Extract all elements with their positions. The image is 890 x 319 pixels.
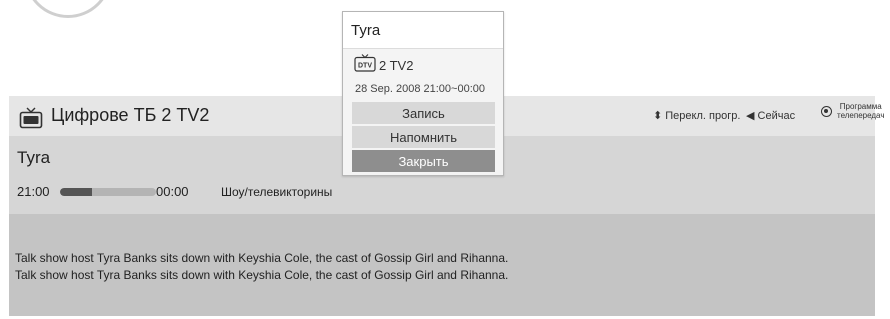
- popup-title-bar: Tyra: [343, 12, 503, 49]
- dtv-label: DTV: [358, 63, 372, 70]
- hint-switch-program: ⬍ Перекл. прогр.: [653, 110, 741, 122]
- record-button[interactable]: Запись: [352, 102, 495, 124]
- decorative-circle: [24, 0, 112, 18]
- channel-title: Цифрове ТБ 2 TV2: [51, 105, 210, 125]
- radio-button-icon: [821, 105, 832, 117]
- remind-button[interactable]: Напомнить: [352, 126, 495, 148]
- program-popup: Tyra DTV 2 TV2 28 Sep. 2008 21:00~00:00 …: [342, 11, 504, 176]
- program-genre: Шоу/телевикторины: [221, 185, 333, 199]
- program-progress-bar: [60, 188, 156, 196]
- start-time: 21:00: [17, 184, 50, 199]
- tv-icon: [19, 107, 43, 129]
- program-description: Talk show host Tyra Banks sits down with…: [9, 214, 875, 316]
- end-time: 00:00: [156, 184, 189, 199]
- dtv-icon: DTV: [354, 54, 376, 72]
- description-line: Talk show host Tyra Banks sits down with…: [15, 251, 509, 265]
- program-title: Tyra: [17, 148, 51, 167]
- hint-program-guide[interactable]: Программа телепередач: [821, 102, 885, 120]
- guide-label: Программа телепередач: [837, 102, 885, 120]
- hint-now: ◀ Сейчас: [746, 110, 796, 122]
- popup-title: Tyra: [351, 22, 381, 39]
- popup-channel: 2 TV2: [379, 58, 414, 73]
- close-button[interactable]: Закрыть: [352, 150, 495, 172]
- program-progress-fill: [60, 188, 92, 196]
- description-line: Talk show host Tyra Banks sits down with…: [15, 268, 509, 282]
- popup-datetime: 28 Sep. 2008 21:00~00:00: [355, 83, 485, 95]
